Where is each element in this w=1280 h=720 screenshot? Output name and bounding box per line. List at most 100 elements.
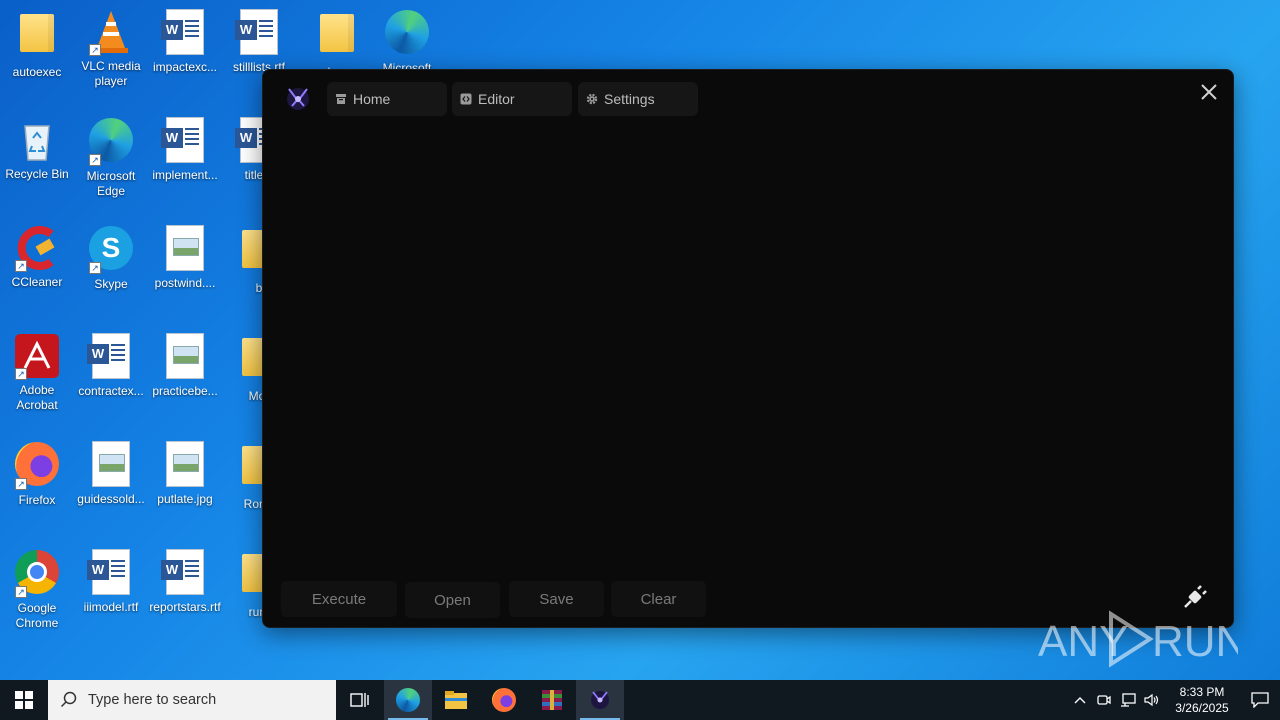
desktop-icon-reportstars[interactable]: W reportstars.rtf xyxy=(148,548,222,615)
clear-button[interactable]: Clear xyxy=(611,581,706,617)
task-view-button[interactable] xyxy=(336,680,384,720)
tab-settings-label: Settings xyxy=(604,91,655,107)
ccleaner-icon: ↗ xyxy=(13,224,61,272)
chevron-up-icon xyxy=(1074,697,1086,704)
desktop-icon-stilllists[interactable]: W stilllists.rtf xyxy=(222,8,296,75)
desktop-icon-guidessold[interactable]: guidessold... xyxy=(74,440,148,507)
tab-editor[interactable]: Editor xyxy=(452,82,572,116)
network-button[interactable] xyxy=(1116,680,1140,720)
desktop-icon-impactexc[interactable]: W impactexc... xyxy=(148,8,222,75)
search-icon xyxy=(60,691,77,708)
close-button[interactable] xyxy=(1199,82,1219,102)
folder-icon xyxy=(313,14,361,62)
desktop-icon-putlate[interactable]: putlate.jpg xyxy=(148,440,222,507)
desktop-icon-microsoft[interactable]: Microsoft xyxy=(370,8,444,76)
desktop-icon-autoexec[interactable]: autoexec xyxy=(0,8,74,80)
clock-time: 8:33 PM xyxy=(1179,685,1225,699)
plug-connect-icon[interactable] xyxy=(1181,583,1209,611)
desktop-icon-label: Skype xyxy=(94,277,128,291)
volume-button[interactable] xyxy=(1140,680,1164,720)
windows-logo-icon xyxy=(15,691,33,709)
shortcut-arrow-icon: ↗ xyxy=(15,586,27,598)
desktop-icon-google-chrome[interactable]: ↗ Google Chrome xyxy=(0,548,74,631)
task-view-icon xyxy=(350,693,369,707)
show-hidden-icons-button[interactable] xyxy=(1068,680,1092,720)
taskbar-clock[interactable]: 8:33 PM 3/26/2025 xyxy=(1164,684,1240,716)
shortcut-arrow-icon: ↗ xyxy=(15,478,27,490)
shortcut-arrow-icon: ↗ xyxy=(89,44,101,56)
tab-editor-label: Editor xyxy=(478,91,515,107)
open-button[interactable]: Open xyxy=(405,582,500,618)
desktop-icon-skype[interactable]: S ↗ Skype xyxy=(74,224,148,292)
firefox-icon xyxy=(492,688,516,712)
archive-icon xyxy=(336,94,346,104)
desktop-icon-postwind[interactable]: postwind.... xyxy=(148,224,222,291)
firefox-icon: ↗ xyxy=(13,442,61,490)
desktop-icon-label: implement... xyxy=(152,168,218,182)
desktop-icon-label: contractex... xyxy=(78,384,144,398)
meet-now-button[interactable] xyxy=(1092,680,1116,720)
word-document-icon: W xyxy=(161,9,209,57)
start-button[interactable] xyxy=(0,680,48,720)
recycle-bin-icon xyxy=(13,116,61,164)
desktop-icon-label: Adobe Acrobat xyxy=(16,383,58,412)
desktop: autoexec Recycle Bin ↗ CCleaner ↗ Adobe … xyxy=(0,0,1280,680)
tab-home[interactable]: Home xyxy=(327,82,447,116)
search-placeholder: Type here to search xyxy=(88,692,217,708)
desktop-icon-adobe-acrobat[interactable]: ↗ Adobe Acrobat xyxy=(0,332,74,413)
system-tray: 8:33 PM 3/26/2025 xyxy=(1068,680,1280,720)
file-explorer-icon xyxy=(445,691,467,709)
taskbar-search-box[interactable]: Type here to search xyxy=(48,680,336,720)
word-document-icon: W xyxy=(161,549,209,597)
watermark-text-left: ANY xyxy=(1038,617,1128,666)
desktop-icon-label: VLC media player xyxy=(81,59,141,88)
desktop-icon-ccleaner[interactable]: ↗ CCleaner xyxy=(0,224,74,290)
image-file-icon xyxy=(161,441,209,489)
taskbar-firefox[interactable] xyxy=(480,680,528,720)
execute-button[interactable]: Execute xyxy=(281,581,397,617)
chrome-icon: ↗ xyxy=(13,550,61,598)
close-icon xyxy=(1201,84,1217,100)
desktop-icon-contractex[interactable]: W contractex... xyxy=(74,332,148,399)
desktop-icon-iiimodel[interactable]: W iiimodel.rtf xyxy=(74,548,148,615)
desktop-icon-implement[interactable]: W implement... xyxy=(148,116,222,183)
action-center-button[interactable] xyxy=(1240,680,1280,720)
image-file-icon xyxy=(87,441,135,489)
desktop-icon-microsoft-edge[interactable]: ↗ Microsoft Edge xyxy=(74,116,148,199)
tab-settings[interactable]: Settings xyxy=(578,82,698,116)
clock-date: 3/26/2025 xyxy=(1175,701,1229,715)
desktop-icon-label: autoexec xyxy=(12,65,62,79)
shortcut-arrow-icon: ↗ xyxy=(15,368,27,380)
image-file-icon xyxy=(161,333,209,381)
desktop-icon-label: Microsoft Edge xyxy=(86,169,136,198)
desktop-icon-label: CCleaner xyxy=(11,275,63,289)
desktop-icon-label: Google Chrome xyxy=(15,601,59,630)
app-logo-icon xyxy=(591,691,609,709)
image-file-icon xyxy=(161,225,209,273)
desktop-icon-recycle-bin[interactable]: Recycle Bin xyxy=(0,116,74,182)
anyrun-watermark: ANY RUN xyxy=(1038,608,1247,668)
desktop-icon-label: guidessold... xyxy=(77,492,145,506)
desktop-icon-practicebe[interactable]: practicebe... xyxy=(148,332,222,399)
word-document-icon: W xyxy=(87,549,135,597)
taskbar-winrar[interactable] xyxy=(528,680,576,720)
edge-icon xyxy=(383,10,431,58)
winrar-icon xyxy=(542,690,562,710)
desktop-icon-label: reportstars.rtf xyxy=(149,600,221,614)
desktop-icon-vlc[interactable]: ↗ VLC media player xyxy=(74,8,148,89)
desktop-icon-label: iiimodel.rtf xyxy=(83,600,139,614)
taskbar-file-explorer[interactable] xyxy=(432,680,480,720)
taskbar-edge[interactable] xyxy=(384,680,432,720)
shortcut-arrow-icon: ↗ xyxy=(15,260,27,272)
speaker-icon xyxy=(1144,693,1159,707)
desktop-icon-firefox[interactable]: ↗ Firefox xyxy=(0,440,74,508)
edge-icon: ↗ xyxy=(87,118,135,166)
desktop-icon-label: Recycle Bin xyxy=(5,167,69,181)
word-document-icon: W xyxy=(161,117,209,165)
taskbar-executor-app[interactable] xyxy=(576,680,624,720)
camera-icon xyxy=(1097,695,1111,705)
save-button[interactable]: Save xyxy=(509,581,604,617)
shortcut-arrow-icon: ↗ xyxy=(89,262,101,274)
word-document-icon: W xyxy=(87,333,135,381)
executor-app-window: Home Editor Settings Execute Open Save C… xyxy=(262,69,1234,628)
